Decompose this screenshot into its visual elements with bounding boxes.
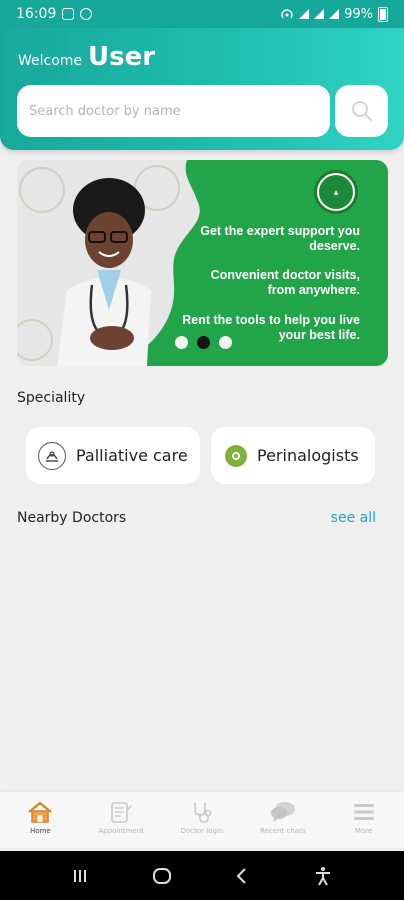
menu-icon [353,804,374,820]
speciality-label: Palliative care [76,446,188,465]
bixby-notification-icon [80,8,93,20]
accessibility-icon[interactable] [313,866,333,886]
status-bar: 16:09 99% [0,0,404,28]
speciality-chip-palliative-care[interactable]: Palliative care [26,427,200,484]
battery-icon [378,6,388,22]
nav-item-recent-chats[interactable]: Recent chats [242,792,323,848]
back-icon[interactable] [234,867,250,885]
home-icon [28,801,53,823]
search-input[interactable] [29,103,330,119]
appointment-icon [111,802,133,823]
user-name: User [88,42,156,72]
carousel-dot-active[interactable] [197,336,210,349]
chat-icon [270,802,295,822]
nav-label: Appointment [98,827,144,835]
signal-2-icon [329,9,340,19]
nav-label: More [354,827,373,835]
welcome-greeting: Welcome User [18,42,155,72]
see-all-link[interactable]: see all [331,510,376,526]
welcome-label: Welcome [18,53,83,69]
nav-label: Doctor login [180,827,224,835]
carousel-dot[interactable] [175,336,188,349]
recent-apps-icon[interactable] [71,867,89,885]
search-icon [351,101,372,121]
palliative-care-icon [38,441,66,470]
banner-line-2: Convenient doctor visits, from anywhere. [210,268,360,297]
gallery-notification-icon [62,8,75,20]
nav-item-appointment[interactable]: Appointment [81,792,162,848]
nav-item-more[interactable]: More [323,792,404,848]
signal-4g-icon [314,9,325,19]
home-button-icon[interactable] [152,866,172,886]
banner-line-1: Get the expert support you deserve. [200,224,360,253]
app-header: Welcome User [0,28,404,150]
search-button[interactable] [335,85,388,137]
carousel-indicator [175,336,232,349]
perinalogists-icon [225,444,247,467]
system-navigation-bar [0,851,404,900]
nav-item-home[interactable]: Home [0,792,81,848]
status-time: 16:09 [16,6,57,22]
hotspot-icon [281,9,293,19]
stethoscope-icon [194,803,212,823]
logo-mark-icon: ▲ [319,175,353,209]
nav-label: Recent chats [260,827,306,835]
bottom-navigation: Home Appointment Doctor login Recent cha… [0,792,404,848]
speciality-chip-perinalogists[interactable]: Perinalogists [211,427,375,484]
nav-label: Home [30,827,51,835]
signal-icon [299,9,310,19]
brand-logo: ▲ [314,170,358,214]
speciality-label: Perinalogists [257,446,359,465]
carousel-dot[interactable] [219,336,232,349]
battery-percent: 99% [344,6,373,22]
promo-banner[interactable]: ▲ Get the expert support you deserve. Co… [17,160,388,366]
speciality-heading: Speciality [17,390,86,406]
search-field-container[interactable] [17,85,330,137]
nav-item-doctor-login[interactable]: Doctor login [162,792,243,848]
nearby-doctors-heading: Nearby Doctors [17,510,127,526]
